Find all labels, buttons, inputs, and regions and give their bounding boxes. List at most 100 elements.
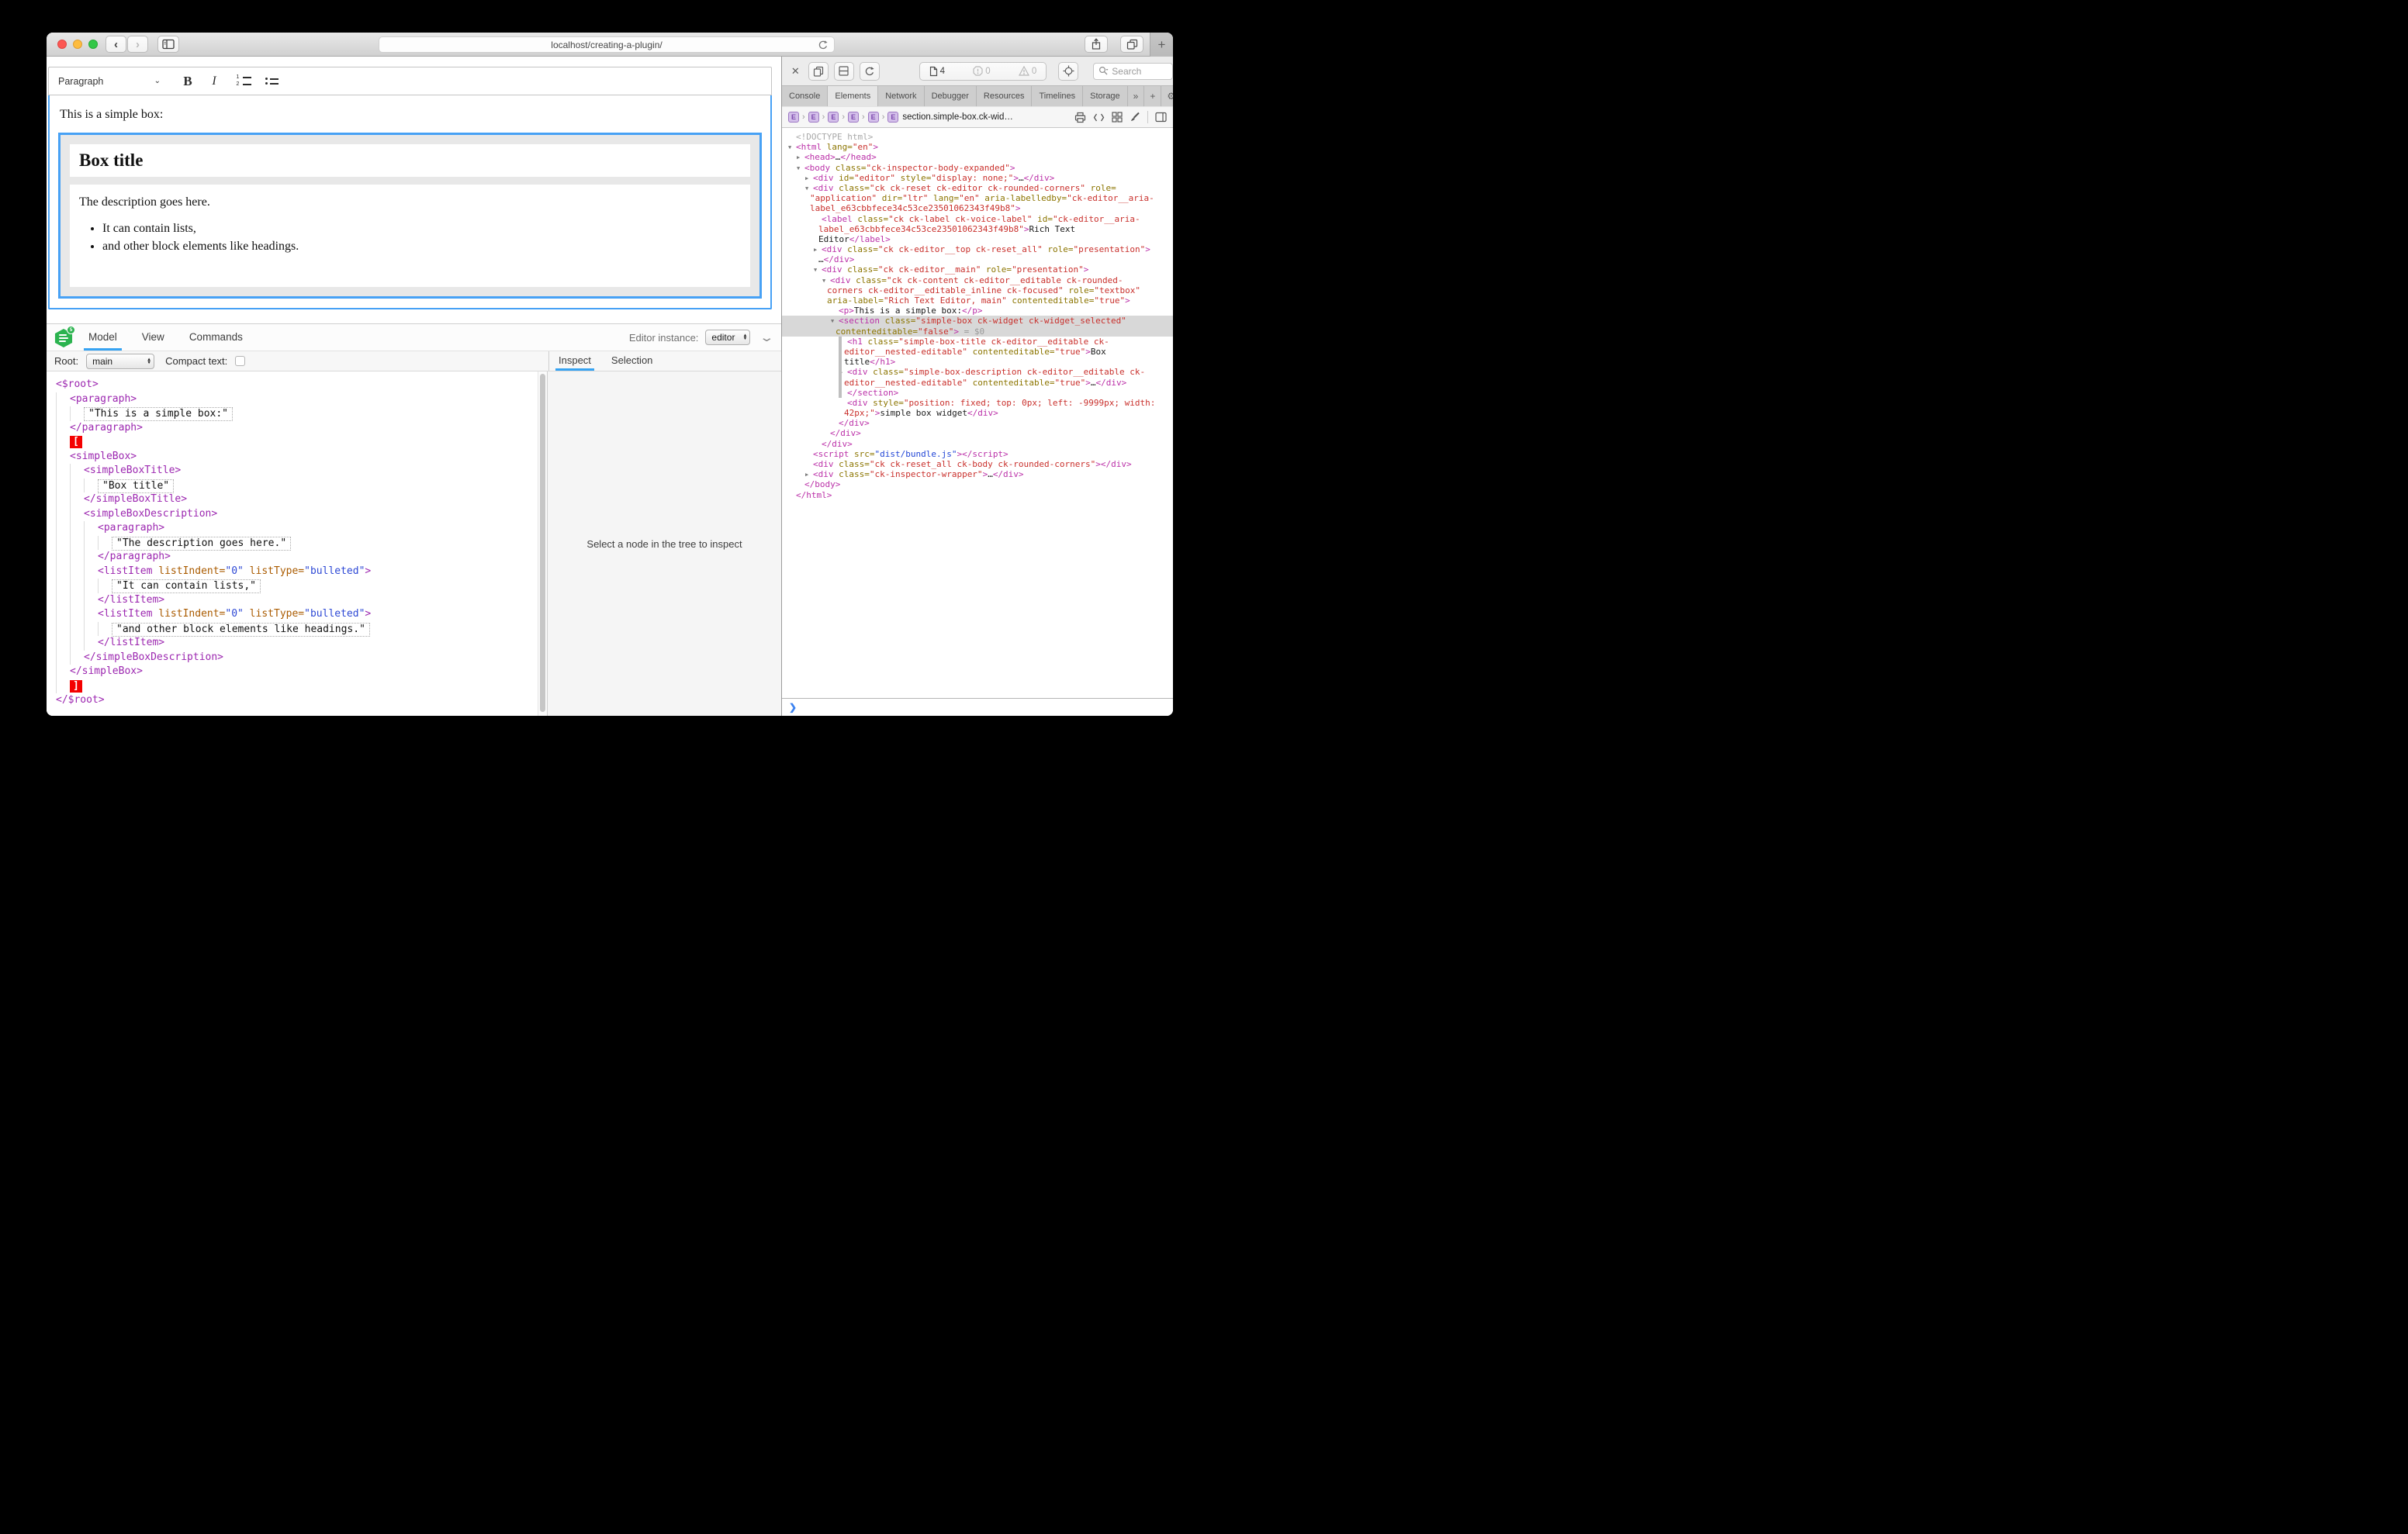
description-bullet[interactable]: It can contain lists, [102,222,741,236]
reload-page-button[interactable] [860,62,880,81]
sidebar-toggle-button[interactable] [157,36,179,53]
italic-button[interactable]: I [202,71,226,92]
description-list[interactable]: It can contain lists, and other block ele… [85,222,741,254]
model-text-node[interactable]: "It can contain lists," [112,579,261,593]
side-tab-selection[interactable]: Selection [608,351,656,371]
model-tree-line[interactable]: </paragraph> [56,550,538,565]
dom-tree-line[interactable]: <p>This is a simple box:</p> [782,306,1173,316]
share-button[interactable] [1085,36,1108,53]
back-button[interactable]: ‹ [106,36,126,53]
devtools-tab-resources[interactable]: Resources [977,86,1033,106]
breadcrumb-element-badge[interactable]: E [887,112,898,123]
devtools-tab-network[interactable]: Network [878,86,924,106]
dom-tree-line[interactable]: ▶<div class="ck-inspector-wrapper">…</di… [782,469,1173,479]
model-tree-line[interactable]: <paragraph> [56,392,538,407]
inspector-tab-view[interactable]: View [137,325,169,351]
dom-tree-line[interactable]: ▼<div class="ck ck-reset ck-editor ck-ro… [782,183,1173,193]
side-tab-inspect[interactable]: Inspect [555,351,594,371]
bold-button[interactable]: B [176,71,199,92]
dom-tree-line[interactable]: <div class="ck ck-reset_all ck-body ck-r… [782,459,1173,469]
model-text-node[interactable]: "This is a simple box:" [84,407,233,421]
dom-tree-line[interactable]: ▶<div class="ck ck-editor__top ck-reset_… [782,244,1173,254]
dom-tree-line[interactable]: ▼<div class="ck ck-content ck-editor__ed… [782,275,1173,285]
inspector-tab-commands[interactable]: Commands [185,325,247,351]
inspector-tab-model[interactable]: Model [84,325,122,351]
dom-tree-line[interactable]: ▶<head>…</head> [782,152,1173,162]
reload-icon[interactable] [818,40,829,50]
model-tree-line[interactable]: "It can contain lists," [56,579,538,593]
compact-text-checkbox[interactable] [235,356,245,366]
quick-console[interactable]: ❯ [782,698,1173,716]
styles-brush-icon[interactable] [1130,112,1140,123]
minimize-window-button[interactable] [73,40,82,49]
close-window-button[interactable] [57,40,67,49]
numbered-list-button[interactable]: 1 2 [232,71,255,92]
model-tree-line[interactable]: "and other block elements like headings.… [56,622,538,637]
dom-tree-line[interactable]: Editor</label> [782,234,1173,244]
model-tree-line[interactable]: </listItem> [56,593,538,608]
dom-tree-line[interactable]: ▶<div id="editor" style="display: none;"… [782,173,1173,183]
dom-tree-line[interactable]: corners ck-editor__editable_inline ck-fo… [782,285,1173,295]
dom-tree-line[interactable]: ▶<div class="simple-box-description ck-e… [782,367,1173,377]
dom-tree-line[interactable]: <h1 class="simple-box-title ck-editor__e… [782,337,1173,347]
dom-tree-line[interactable]: ▼<body class="ck-inspector-body-expanded… [782,163,1173,173]
model-tree-line[interactable]: [ [56,435,538,450]
zoom-window-button[interactable] [88,40,98,49]
dom-tree-line[interactable]: ▼<html lang="en"> [782,142,1173,152]
model-text-node[interactable]: "Box title" [98,479,174,493]
dom-tree-line[interactable]: editor__nested-editable" contenteditable… [782,347,1173,357]
model-text-node[interactable]: "The description goes here." [112,537,291,551]
dom-tree-line[interactable]: </div> [782,418,1173,428]
dom-tree-line[interactable]: <div style="position: fixed; top: 0px; l… [782,398,1173,408]
model-tree-line[interactable]: <simpleBox> [56,450,538,465]
description-paragraph[interactable]: The description goes here. [79,195,741,209]
print-icon[interactable] [1074,112,1086,123]
model-tree-line[interactable]: <simpleBoxDescription> [56,507,538,522]
dom-tree-line[interactable]: aria-label="Rich Text Editor, main" cont… [782,295,1173,306]
dom-tree-line[interactable]: </div> [782,439,1173,449]
model-tree-line[interactable]: </paragraph> [56,421,538,436]
detach-devtools-button[interactable] [808,62,829,81]
description-bullet[interactable]: and other block elements like headings. [102,240,741,254]
intro-paragraph[interactable]: This is a simple box: [60,108,760,122]
model-tree-line[interactable]: </$root> [56,693,538,708]
model-tree-line[interactable]: </simpleBox> [56,665,538,679]
element-picker-button[interactable] [1058,62,1078,81]
model-tree-line[interactable]: ] [56,679,538,694]
model-tree-line[interactable]: </simpleBoxDescription> [56,651,538,665]
code-brackets-icon[interactable] [1093,112,1105,123]
dom-tree-line[interactable]: <label class="ck ck-label ck-voice-label… [782,214,1173,224]
simple-box-title-editable[interactable]: Box title [70,144,750,177]
model-tree-line[interactable]: </listItem> [56,636,538,651]
dom-tree-line[interactable]: contenteditable="false"> = $0 [782,326,1173,337]
resource-summary-button[interactable]: 4 0 0 [919,62,1047,81]
simple-box-description-editable[interactable]: The description goes here. It can contai… [70,185,750,287]
dom-tree-line[interactable]: <script src="dist/bundle.js"></script> [782,449,1173,459]
paragraph-dropdown[interactable]: Paragraph ⌄ [57,71,165,92]
dom-tree-line[interactable]: ▼<div class="ck ck-editor__main" role="p… [782,264,1173,275]
model-tree-line[interactable]: <listItem listIndent="0" listType="bulle… [56,565,538,579]
model-tree-line[interactable]: "Box title" [56,479,538,493]
details-sidebar-icon[interactable] [1155,112,1167,123]
url-bar[interactable]: localhost/creating-a-plugin/ [379,36,835,53]
editor-instance-select[interactable]: editor ▲▼ [705,330,750,345]
box-title-heading[interactable]: Box title [79,150,741,171]
bulleted-list-button[interactable] [260,71,283,92]
dom-tree-line[interactable]: </div> [782,428,1173,438]
devtools-tab-debugger[interactable]: Debugger [925,86,977,106]
model-tree-line[interactable]: <paragraph> [56,521,538,536]
dom-tree-line[interactable]: </html> [782,490,1173,500]
simple-box-widget[interactable]: Box title The description goes here. It … [58,133,762,299]
forward-button[interactable]: › [127,36,148,53]
model-tree-line[interactable]: <simpleBoxTitle> [56,464,538,479]
breadcrumb-element-badge[interactable]: E [788,112,799,123]
model-text-node[interactable]: "and other block elements like headings.… [112,623,370,637]
grid-icon[interactable] [1112,112,1123,123]
dom-tree-line[interactable]: 42px;">simple box widget</div> [782,408,1173,418]
dom-tree-line[interactable]: "application" dir="ltr" lang="en" aria-l… [782,193,1173,203]
dock-devtools-button[interactable] [834,62,854,81]
dom-tree-line[interactable]: label_e63cbbfece34c53ce23501062343f49b8"… [782,224,1173,234]
model-tree-scrollbar[interactable] [538,371,547,716]
devtools-more-tabs-button[interactable]: » [1128,86,1145,106]
devtools-tab-elements[interactable]: Elements [828,86,878,106]
